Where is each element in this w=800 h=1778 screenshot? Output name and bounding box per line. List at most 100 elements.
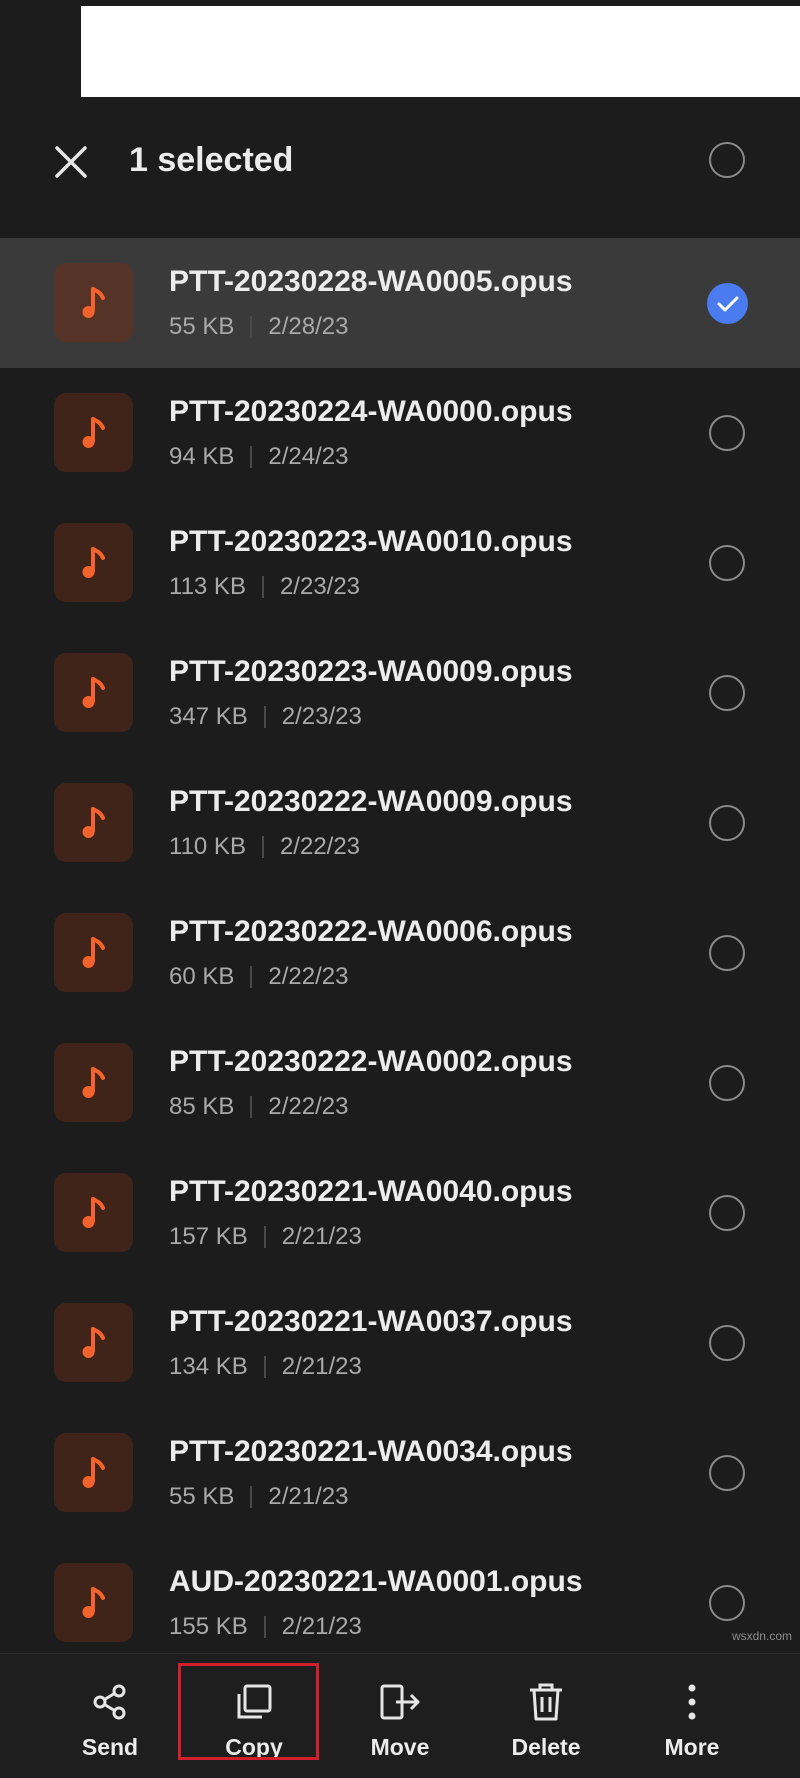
music-note-icon	[82, 1326, 105, 1358]
meta-divider	[250, 446, 253, 468]
meta-divider	[250, 1096, 253, 1118]
file-meta: 110 KB 2/22/23	[169, 833, 360, 861]
row-checkbox[interactable]	[709, 415, 745, 451]
file-row[interactable]: PTT-20230222-WA0009.opus 110 KB 2/22/23	[0, 758, 800, 888]
file-row[interactable]: PTT-20230223-WA0009.opus 347 KB 2/23/23	[0, 628, 800, 758]
file-size: 155 KB	[169, 1613, 248, 1640]
music-note-icon	[82, 1196, 105, 1228]
close-selection-button[interactable]	[46, 137, 96, 187]
file-list: PTT-20230228-WA0005.opus 55 KB 2/28/23 P…	[0, 238, 800, 1668]
meta-divider	[250, 316, 253, 338]
file-name: PTT-20230221-WA0040.opus	[169, 1175, 573, 1208]
file-size: 110 KB	[169, 833, 246, 860]
move-icon	[380, 1684, 420, 1720]
send-label: Send	[81, 1734, 139, 1760]
file-date: 2/21/23	[281, 1223, 362, 1250]
audio-file-thumbnail	[54, 1173, 133, 1252]
file-date: 2/23/23	[279, 573, 361, 600]
delete-button[interactable]: Delete	[476, 1654, 616, 1778]
row-checkbox[interactable]	[709, 1325, 745, 1361]
row-checkbox[interactable]	[709, 805, 745, 841]
file-date: 2/22/23	[268, 1093, 349, 1120]
audio-file-thumbnail	[54, 263, 133, 342]
file-date: 2/22/23	[279, 833, 361, 860]
check-icon	[717, 296, 738, 311]
selection-header	[0, 104, 800, 216]
more-button[interactable]: More	[622, 1654, 762, 1778]
audio-file-thumbnail	[54, 783, 133, 862]
bottom-action-bar: Send Copy Move Delete More	[0, 1653, 800, 1778]
audio-file-thumbnail	[54, 393, 133, 472]
audio-file-thumbnail	[54, 1563, 133, 1642]
file-row[interactable]: PTT-20230222-WA0006.opus 60 KB 2/22/23	[0, 888, 800, 1018]
file-size: 60 KB	[169, 963, 235, 990]
file-size: 134 KB	[169, 1353, 248, 1380]
file-date: 2/24/23	[268, 443, 349, 470]
file-meta: 134 KB 2/21/23	[169, 1353, 362, 1381]
file-date: 2/22/23	[268, 963, 349, 990]
selection-count-title: 1 selected	[129, 141, 294, 179]
file-name: PTT-20230223-WA0009.opus	[169, 655, 573, 688]
file-size: 347 KB	[169, 703, 248, 730]
top-banner	[81, 6, 800, 97]
file-name: PTT-20230221-WA0034.opus	[169, 1435, 573, 1468]
trash-icon	[530, 1683, 562, 1721]
row-checkbox-checked[interactable]	[707, 283, 748, 324]
row-checkbox[interactable]	[709, 675, 745, 711]
audio-file-thumbnail	[54, 1433, 133, 1512]
more-vertical-icon	[688, 1684, 696, 1720]
file-name: PTT-20230222-WA0006.opus	[169, 915, 573, 948]
file-meta: 155 KB 2/21/23	[169, 1613, 362, 1641]
watermark: wsxdn.com	[731, 1629, 792, 1643]
delete-label: Delete	[511, 1734, 581, 1760]
file-name: PTT-20230221-WA0037.opus	[169, 1305, 573, 1338]
move-button[interactable]: Move	[330, 1654, 470, 1778]
file-name: PTT-20230222-WA0002.opus	[169, 1045, 573, 1078]
audio-file-thumbnail	[54, 523, 133, 602]
audio-file-thumbnail	[54, 1303, 133, 1382]
file-meta: 55 KB 2/28/23	[169, 313, 348, 341]
row-checkbox[interactable]	[709, 1585, 745, 1621]
file-date: 2/23/23	[281, 703, 362, 730]
more-label: More	[664, 1734, 720, 1760]
file-meta: 60 KB 2/22/23	[169, 963, 348, 991]
file-row[interactable]: PTT-20230224-WA0000.opus 94 KB 2/24/23	[0, 368, 800, 498]
meta-divider	[250, 1486, 253, 1508]
select-all-checkbox[interactable]	[709, 142, 745, 178]
meta-divider	[261, 836, 264, 858]
file-meta: 94 KB 2/24/23	[169, 443, 348, 471]
file-meta: 347 KB 2/23/23	[169, 703, 362, 731]
file-size: 55 KB	[169, 1483, 235, 1510]
music-note-icon	[82, 416, 105, 448]
file-date: 2/28/23	[268, 313, 349, 340]
music-note-icon	[82, 806, 105, 838]
meta-divider	[263, 1356, 266, 1378]
share-icon	[93, 1684, 126, 1720]
file-row[interactable]: PTT-20230222-WA0002.opus 85 KB 2/22/23	[0, 1018, 800, 1148]
row-checkbox[interactable]	[709, 935, 745, 971]
file-row[interactable]: PTT-20230221-WA0040.opus 157 KB 2/21/23	[0, 1148, 800, 1278]
file-row[interactable]: PTT-20230221-WA0034.opus 55 KB 2/21/23	[0, 1408, 800, 1538]
file-size: 94 KB	[169, 443, 235, 470]
file-size: 85 KB	[169, 1093, 235, 1120]
file-row[interactable]: AUD-20230221-WA0001.opus 155 KB 2/21/23	[0, 1538, 800, 1668]
row-checkbox[interactable]	[709, 1455, 745, 1491]
file-size: 55 KB	[169, 313, 235, 340]
file-row[interactable]: PTT-20230221-WA0037.opus 134 KB 2/21/23	[0, 1278, 800, 1408]
file-name: PTT-20230228-WA0005.opus	[169, 265, 573, 298]
file-name: PTT-20230223-WA0010.opus	[169, 525, 573, 558]
row-checkbox[interactable]	[709, 1195, 745, 1231]
meta-divider	[263, 1226, 266, 1248]
file-meta: 157 KB 2/21/23	[169, 1223, 362, 1251]
file-name: AUD-20230221-WA0001.opus	[169, 1565, 583, 1598]
file-row[interactable]: PTT-20230228-WA0005.opus 55 KB 2/28/23	[0, 238, 800, 368]
row-checkbox[interactable]	[709, 545, 745, 581]
file-date: 2/21/23	[281, 1353, 362, 1380]
file-row[interactable]: PTT-20230223-WA0010.opus 113 KB 2/23/23	[0, 498, 800, 628]
audio-file-thumbnail	[54, 913, 133, 992]
meta-divider	[261, 576, 264, 598]
file-name: PTT-20230224-WA0000.opus	[169, 395, 573, 428]
row-checkbox[interactable]	[709, 1065, 745, 1101]
file-date: 2/21/23	[281, 1613, 362, 1640]
send-button[interactable]: Send	[40, 1654, 180, 1778]
